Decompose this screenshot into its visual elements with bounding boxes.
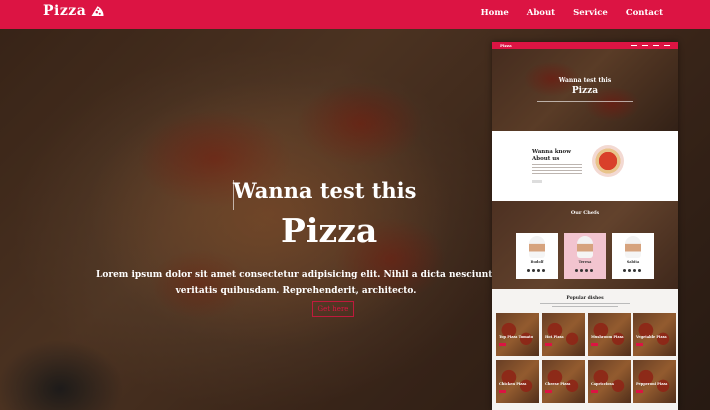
hero-title-small: Wanna test this [233, 178, 417, 203]
dish-name: Hot Pizza [545, 335, 564, 339]
hero-description: Lorem ipsum dolor sit amet consectetur a… [96, 267, 496, 299]
dish-price-tag [545, 343, 552, 346]
preview-dishes-title: Popular dishes [566, 296, 604, 301]
dish-name: Top Pizza Tomato [499, 335, 534, 339]
dish-name: Capricciosa [591, 382, 614, 386]
preview-hero-title-big: Pizza [571, 86, 599, 96]
preview-pizza-plate-image [592, 145, 624, 177]
chef-avatar [577, 236, 593, 258]
preview-navbar: Pizza [492, 42, 678, 49]
chef-social-icons [575, 269, 593, 272]
nav-home[interactable]: Home [481, 8, 509, 18]
preview-chef-card: Teresa [564, 233, 606, 279]
page-preview-panel[interactable]: Pizza Wanna test this Pizza Wanna know A… [492, 42, 678, 410]
preview-chefs-title: Our Chefs [570, 210, 600, 216]
preview-dish-card: Top Pizza Tomato [496, 313, 539, 356]
preview-dishes-section: Popular dishes Top Pizza Tomato Hot Pizz… [492, 289, 678, 410]
preview-dishes-subtitle [552, 306, 618, 307]
brand-logo[interactable]: Pizza [43, 3, 105, 19]
preview-about-text [532, 164, 582, 176]
dish-name: Chicken Pizza [499, 382, 527, 386]
dish-price-tag [499, 343, 506, 346]
nav-contact[interactable]: Contact [626, 8, 663, 18]
chef-social-icons [527, 269, 545, 272]
preview-chefs-section: Our Chefs Rudolf Teresa Sabita [492, 201, 678, 289]
preview-dish-card: Hot Pizza [542, 313, 585, 356]
dish-price-tag [591, 390, 598, 393]
preview-dishes-subtitle [540, 303, 630, 304]
dish-price-tag [545, 390, 552, 393]
preview-about-section: Wanna know About us [492, 131, 678, 201]
nav-service[interactable]: Service [573, 8, 608, 18]
brand-name: Pizza [43, 3, 87, 19]
preview-dish-card: Chicken Pizza [496, 360, 539, 403]
preview-about-button [532, 180, 542, 183]
pizza-slice-icon [91, 5, 104, 16]
dish-name: Mushroom Pizza [591, 335, 624, 339]
chef-avatar [625, 236, 641, 258]
preview-nav-links [631, 45, 670, 46]
preview-hero-title-small: Wanna test this [558, 77, 612, 84]
hero-description-line1: Lorem ipsum dolor sit amet consectetur a… [96, 270, 496, 280]
preview-dish-card: Capricciosa [588, 360, 631, 403]
top-navbar: Pizza Home About Service Contact [0, 0, 710, 29]
chef-name: Sabita [626, 260, 640, 264]
chef-name: Teresa [578, 260, 592, 264]
preview-dish-card: Vegetable Pizza [633, 313, 676, 356]
get-here-button[interactable]: Get here [312, 301, 354, 317]
dish-name: Cheese Pizza [545, 382, 571, 386]
preview-brand: Pizza [500, 43, 512, 48]
preview-dish-card: Mushroom Pizza [588, 313, 631, 356]
nav-links: Home About Service Contact [463, 8, 663, 18]
nav-about[interactable]: About [527, 8, 555, 18]
chef-avatar [529, 236, 545, 258]
preview-about-title: Wanna know About us [532, 149, 571, 162]
dish-price-tag [499, 390, 506, 393]
dish-price-tag [636, 390, 643, 393]
dish-name: Pepperoni Pizza [636, 382, 668, 386]
preview-dish-card: Cheese Pizza [542, 360, 585, 403]
chef-name: Rudolf [530, 260, 544, 264]
dish-price-tag [591, 343, 598, 346]
preview-hero: Wanna test this Pizza [492, 49, 678, 131]
preview-chef-card: Rudolf [516, 233, 558, 279]
preview-dish-card: Pepperoni Pizza [633, 360, 676, 403]
preview-hero-text-line [537, 101, 633, 102]
hero-title-big: Pizza [281, 211, 378, 250]
preview-chef-card: Sabita [612, 233, 654, 279]
dish-price-tag [636, 343, 643, 346]
dish-name: Vegetable Pizza [636, 335, 667, 339]
chef-social-icons [623, 269, 641, 272]
hero-description-line2: veritatis quibusdam. Reprehenderit, arch… [175, 286, 417, 296]
